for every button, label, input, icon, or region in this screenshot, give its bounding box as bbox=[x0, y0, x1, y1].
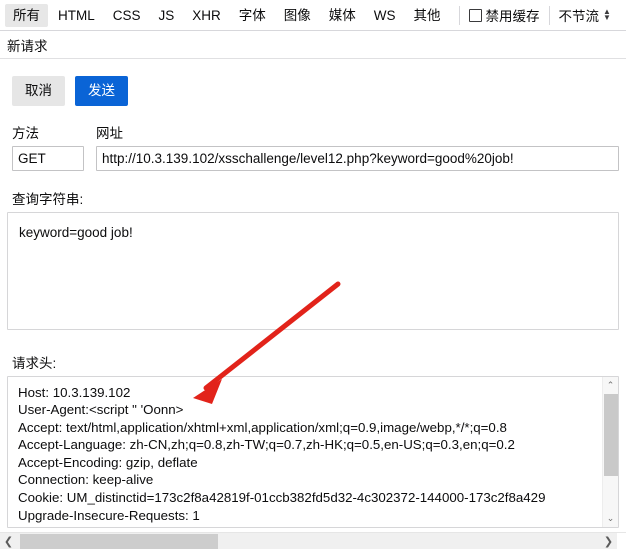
disable-cache-label: 禁用缓存 bbox=[485, 9, 540, 24]
scroll-right-icon[interactable]: ❯ bbox=[600, 533, 617, 549]
scroll-up-icon[interactable]: ⌃ bbox=[603, 376, 618, 394]
scroll-left-icon[interactable]: ❮ bbox=[0, 533, 17, 549]
page-horizontal-scrollbar[interactable]: ❮ ❯ bbox=[0, 532, 626, 549]
scroll-down-icon[interactable]: ⌄ bbox=[603, 509, 618, 527]
new-request-header: 新请求 bbox=[0, 31, 626, 59]
stepper-down-icon[interactable]: ▼ bbox=[603, 14, 611, 22]
throttle-value: 不节流 bbox=[558, 9, 600, 24]
network-filter-toolbar: 所有 HTML CSS JS XHR 字体 图像 媒体 WS 其他 禁用缓存 不… bbox=[0, 0, 626, 31]
method-label: 方法 bbox=[12, 125, 39, 141]
request-headers-text: Host: 10.3.139.102 User-Agent:<script " … bbox=[18, 384, 546, 523]
url-field-group: 网址 bbox=[96, 122, 619, 171]
disable-cache-toggle[interactable]: 禁用缓存 bbox=[468, 5, 540, 25]
headers-vertical-scrollbar[interactable]: ⌃ ⌄ bbox=[602, 376, 618, 527]
checkbox-icon[interactable] bbox=[468, 8, 482, 22]
send-button[interactable]: 发送 bbox=[75, 76, 128, 106]
stepper-arrows-icon[interactable]: ▲ ▼ bbox=[603, 8, 611, 22]
filter-tab-media[interactable]: 媒体 bbox=[321, 4, 364, 27]
action-button-row: 取消 发送 bbox=[7, 59, 619, 106]
filter-tab-image[interactable]: 图像 bbox=[276, 4, 319, 27]
throttle-select[interactable]: 不节流 ▲ ▼ bbox=[559, 5, 611, 25]
filter-tab-xhr[interactable]: XHR bbox=[184, 4, 229, 27]
url-input[interactable] bbox=[96, 145, 619, 171]
query-string-textarea[interactable]: keyword=good job! bbox=[7, 211, 619, 330]
panel-title: 新请求 bbox=[7, 38, 48, 54]
headers-vscroll-thumb[interactable] bbox=[604, 393, 618, 476]
scrollbar-corner bbox=[617, 533, 626, 549]
filter-tab-html[interactable]: HTML bbox=[50, 4, 103, 27]
filter-tab-js[interactable]: JS bbox=[151, 4, 183, 27]
method-input[interactable] bbox=[12, 145, 84, 171]
toolbar-divider-1 bbox=[458, 5, 460, 25]
request-headers-box[interactable]: Host: 10.3.139.102 User-Agent:<script " … bbox=[7, 375, 619, 528]
cancel-button[interactable]: 取消 bbox=[12, 76, 65, 106]
toolbar-divider-2 bbox=[548, 5, 550, 25]
request-headers-label: 请求头: bbox=[12, 355, 57, 371]
filter-tab-ws[interactable]: WS bbox=[366, 4, 404, 27]
query-string-label: 查询字符串: bbox=[12, 191, 84, 207]
new-request-body: 取消 发送 方法 网址 查询字符串: keyword=good job! 请求头… bbox=[0, 59, 626, 528]
url-label: 网址 bbox=[96, 125, 123, 141]
method-url-row: 方法 网址 bbox=[7, 122, 619, 171]
filter-tab-all[interactable]: 所有 bbox=[5, 3, 48, 27]
filter-tab-css[interactable]: CSS bbox=[105, 4, 149, 27]
page-hscroll-thumb[interactable] bbox=[20, 534, 218, 549]
method-field-group: 方法 bbox=[12, 122, 84, 171]
filter-tab-font[interactable]: 字体 bbox=[231, 4, 274, 27]
filter-tab-other[interactable]: 其他 bbox=[406, 4, 449, 27]
